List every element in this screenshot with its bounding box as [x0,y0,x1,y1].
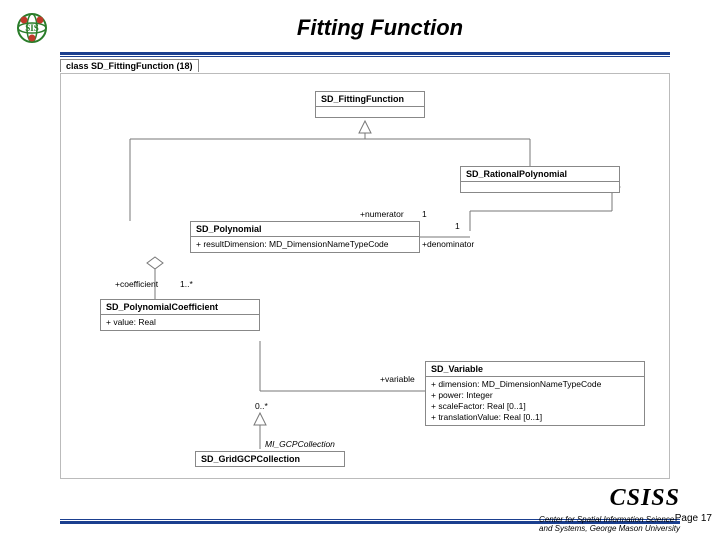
label-variable: +variable [380,374,415,384]
header-divider [60,52,670,57]
uml-diagram: class SD_FittingFunction (18) SD_Fitting… [60,61,670,481]
slide-title: Fitting Function [52,15,708,41]
class-sd-polynomial: SD_Polynomial + resultDimension: MD_Dime… [190,221,420,253]
class-name: SD_Variable [426,362,644,377]
class-sd-fittingfunction: SD_FittingFunction [315,91,425,118]
logo: SIS [12,8,52,48]
class-sd-gridgcpcollection: SD_GridGCPCollection [195,451,345,467]
label-numerator: +numerator [360,209,404,219]
class-sd-polynomialcoefficient: SD_PolynomialCoefficient + value: Real [100,299,260,331]
label-mi-gcp: MI_GCPCollection [265,439,335,449]
label-mult: 0..* [255,401,268,411]
label-denominator: +denominator [422,239,474,249]
class-sd-rationalpolynomial: SD_RationalPolynomial [460,166,620,193]
footer-org: CSISS [610,485,680,512]
class-name: SD_GridGCPCollection [196,452,344,466]
class-name: SD_Polynomial [191,222,419,237]
class-name: SD_FittingFunction [316,92,424,107]
frame-tab: class SD_FittingFunction (18) [60,59,199,72]
label-one: 1 [455,221,460,231]
label-one: 1 [422,209,427,219]
class-attrs: + value: Real [101,315,259,330]
footer-subline: Center for Spatial Information Science a… [539,516,680,534]
class-sd-variable: SD_Variable + dimension: MD_DimensionNam… [425,361,645,426]
class-attrs: + dimension: MD_DimensionNameTypeCode + … [426,377,644,425]
class-attrs: + resultDimension: MD_DimensionNameTypeC… [191,237,419,252]
class-name: SD_PolynomialCoefficient [101,300,259,315]
svg-text:SIS: SIS [25,23,39,33]
class-name: SD_RationalPolynomial [461,167,619,182]
label-mult: 1..* [180,279,193,289]
page-number: Page 17 [675,513,712,524]
label-coefficient: +coefficient [115,279,158,289]
